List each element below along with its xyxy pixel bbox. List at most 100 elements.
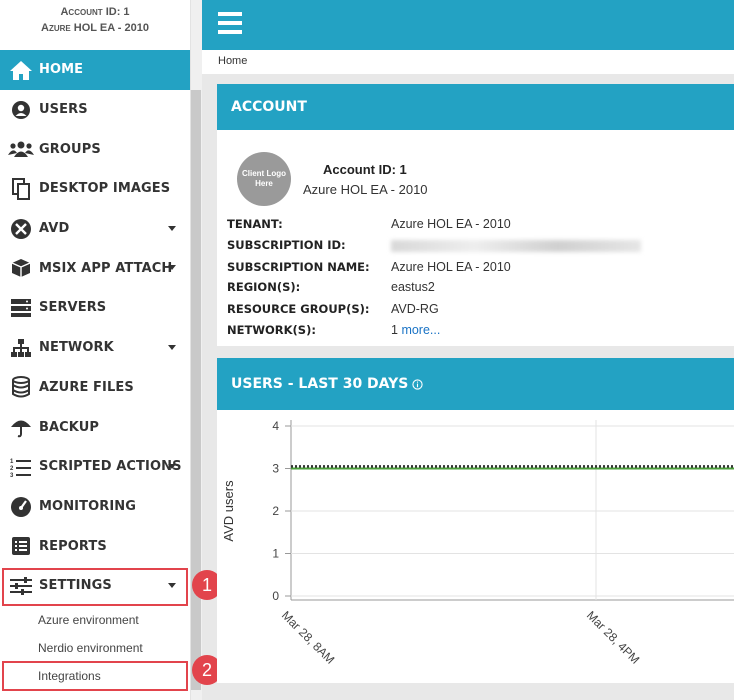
svg-text:3: 3: [10, 473, 14, 477]
settings-sub-item-azure-environment[interactable]: Azure environment: [0, 606, 190, 634]
info-value: 1 more...: [391, 323, 440, 337]
info-value-text: AVD-RG: [391, 302, 439, 316]
redacted-subscription-id: [391, 240, 641, 252]
info-key: SUBSCRIPTION NAME:: [227, 260, 370, 274]
info-icon[interactable]: [412, 378, 424, 390]
info-row: SUBSCRIPTION ID:: [227, 238, 641, 252]
sidebar-scrollbar-thumb[interactable]: [191, 90, 201, 690]
sidebar-item-monitoring[interactable]: MONITORING: [0, 487, 190, 527]
integrations-highlight: [2, 661, 188, 691]
info-row: RESOURCE GROUP(S): AVD-RG: [227, 302, 439, 316]
hamburger-menu-icon[interactable]: [218, 12, 242, 34]
user-icon: [8, 97, 34, 123]
sidebar-item-label: REPORTS: [39, 538, 107, 554]
home-icon: [8, 57, 34, 83]
y-tick-label: 2: [272, 504, 279, 518]
chevron-down-icon[interactable]: [168, 344, 176, 350]
sidebar-item-label: NETWORK: [39, 340, 114, 356]
chevron-down-icon[interactable]: [168, 463, 176, 469]
y-tick-label: 4: [272, 419, 279, 433]
y-tick-label: 3: [272, 462, 279, 476]
sidebar-item-label: BACKUP: [39, 419, 100, 435]
account-name: Azure HOL EA - 2010: [41, 22, 149, 34]
card-account-name: Azure HOL EA - 2010: [303, 182, 428, 197]
chevron-down-icon[interactable]: [168, 225, 176, 231]
sidebar-item-home[interactable]: HOME: [0, 50, 190, 90]
info-value: AVD-RG: [391, 302, 439, 316]
info-key: REGION(S):: [227, 280, 301, 294]
account-card: ACCOUNT Client Logo Here Account ID: 1 A…: [217, 84, 734, 346]
info-row: REGION(S): eastus2: [227, 280, 435, 294]
chevron-down-icon[interactable]: [168, 265, 176, 271]
info-value-text: Azure HOL EA - 2010: [391, 260, 511, 274]
breadcrumb-home[interactable]: Home: [218, 55, 247, 67]
sidebar-item-servers[interactable]: SERVERS: [0, 288, 190, 328]
info-key: SUBSCRIPTION ID:: [227, 238, 346, 252]
sidebar-item-label: AZURE FILES: [39, 379, 134, 395]
sidebar-item-backup[interactable]: BACKUP: [0, 407, 190, 447]
sidebar-item-label: MSIX APP ATTACH: [39, 260, 173, 276]
sidebar-item-avd[interactable]: AVD: [0, 209, 190, 249]
umbrella-icon: [8, 414, 34, 440]
info-value: eastus2: [391, 280, 435, 294]
info-key: NETWORK(S):: [227, 323, 316, 337]
sidebar-item-label: HOME: [39, 62, 84, 78]
network-icon: [8, 335, 34, 361]
sidebar-item-network[interactable]: NETWORK: [0, 328, 190, 368]
breadcrumb: Home: [202, 50, 734, 74]
info-row: SUBSCRIPTION NAME: Azure HOL EA - 2010: [227, 260, 511, 274]
account-header: Account ID: 1 Azure HOL EA - 2010: [0, 0, 190, 50]
sidebar-item-label: AVD: [39, 221, 70, 237]
info-value: Azure HOL EA - 2010: [391, 217, 511, 231]
sidebar-item-msix-app-attach[interactable]: MSIX APP ATTACH: [0, 248, 190, 288]
info-row: TENANT: Azure HOL EA - 2010: [227, 217, 511, 231]
settings-highlight: [2, 568, 188, 606]
svg-text:2: 2: [10, 466, 14, 472]
list-icon: [8, 533, 34, 559]
server-icon: [8, 295, 34, 321]
info-row: NETWORK(S): 1 more...: [227, 323, 440, 337]
client-logo: Client Logo Here: [237, 152, 291, 206]
account-id: Account ID: 1: [60, 6, 130, 18]
networks-more-link[interactable]: more...: [401, 323, 440, 337]
sidebar-item-label: SCRIPTED ACTIONS: [39, 459, 182, 475]
x-tick-label: Mar 28, 8AM: [279, 608, 337, 666]
group-icon: [8, 136, 34, 162]
card-account-id: Account ID: 1: [323, 162, 407, 177]
client-logo-text: Client Logo Here: [242, 169, 286, 188]
sidebar-item-label: MONITORING: [39, 498, 137, 514]
info-key: TENANT:: [227, 217, 283, 231]
info-value-text: 1: [391, 323, 402, 337]
y-tick-label: 0: [272, 589, 279, 603]
sidebar-item-label: DESKTOP IMAGES: [39, 181, 171, 197]
svg-text:1: 1: [10, 459, 14, 465]
sidebar-item-groups[interactable]: GROUPS: [0, 129, 190, 169]
sidebar-item-label: GROUPS: [39, 141, 101, 157]
list-numbered-icon: 123: [8, 454, 34, 480]
sidebar-item-label: SERVERS: [39, 300, 107, 316]
settings-sub-item-nerdio-environment[interactable]: Nerdio environment: [0, 634, 190, 662]
account-card-title: ACCOUNT: [217, 84, 734, 130]
sidebar-item-desktop-images[interactable]: DESKTOP IMAGES: [0, 169, 190, 209]
database-icon: [8, 374, 34, 400]
users-card: USERS - LAST 30 DAYS 0 1 2 3 4 Mar 28, 8AM Mar…: [217, 358, 734, 683]
users-card-title: USERS - LAST 30 DAYS: [231, 376, 409, 392]
box-icon: [8, 255, 34, 281]
top-bar: [202, 0, 734, 50]
y-axis-label: AVD users: [221, 480, 236, 542]
info-value-text: Azure HOL EA - 2010: [391, 217, 511, 231]
users-card-header: USERS - LAST 30 DAYS: [217, 358, 734, 410]
sidebar-item-azure-files[interactable]: AZURE FILES: [0, 368, 190, 408]
sidebar-item-reports[interactable]: REPORTS: [0, 526, 190, 566]
info-value: Azure HOL EA - 2010: [391, 260, 511, 274]
sidebar-item-scripted-actions[interactable]: 1 2 3 SCRIPTED ACTIONS: [0, 447, 190, 487]
info-key: RESOURCE GROUP(S):: [227, 302, 370, 316]
x-tick-label: Mar 28, 4PM: [584, 608, 642, 666]
y-tick-label: 1: [272, 547, 279, 561]
copy-icon: [8, 176, 34, 202]
info-value-text: eastus2: [391, 280, 435, 294]
gauge-icon: [8, 493, 34, 519]
users-line-chart: 0 1 2 3 4 Mar 28, 8AM Mar 28, 4PM AVD users: [221, 419, 734, 667]
sidebar-item-label: USERS: [39, 102, 88, 118]
sidebar-item-users[interactable]: USERS: [0, 90, 190, 130]
